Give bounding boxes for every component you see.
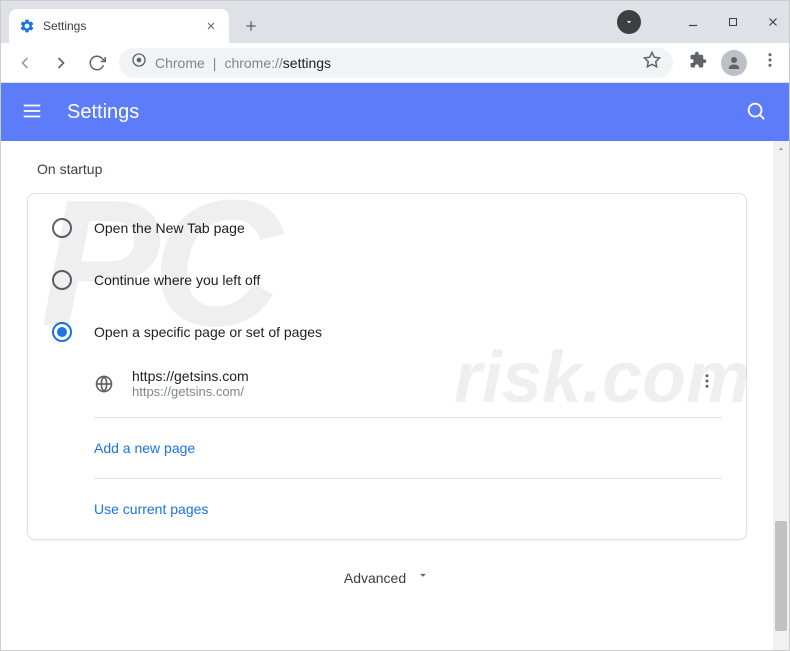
radio-specific-pages[interactable]: Open a specific page or set of pages <box>28 306 746 358</box>
startup-card: Open the New Tab page Continue where you… <box>27 193 747 540</box>
add-page-link[interactable]: Add a new page <box>28 426 746 470</box>
startup-page-entry: https://getsins.com https://getsins.com/ <box>28 358 746 409</box>
tab-title: Settings <box>43 19 203 33</box>
section-title: On startup <box>27 161 747 177</box>
settings-header: Settings <box>1 83 789 141</box>
menu-icon[interactable] <box>761 51 779 74</box>
hamburger-icon[interactable] <box>21 100 45 124</box>
window-controls <box>617 1 781 43</box>
new-tab-button[interactable] <box>237 12 265 40</box>
radio-new-tab[interactable]: Open the New Tab page <box>28 202 746 254</box>
radio-icon <box>52 218 72 238</box>
address-bar: Chrome | chrome://settings <box>1 43 789 83</box>
radio-icon <box>52 270 72 290</box>
close-window-button[interactable] <box>765 14 781 30</box>
search-icon[interactable] <box>745 100 769 124</box>
content-area: On startup Open the New Tab page Continu… <box>1 141 773 650</box>
bookmark-icon[interactable] <box>643 51 661 74</box>
maximize-button[interactable] <box>725 14 741 30</box>
chevron-down-icon <box>416 568 430 587</box>
scroll-thumb[interactable] <box>775 521 787 631</box>
reload-button[interactable] <box>83 49 111 77</box>
profile-icon[interactable] <box>721 50 747 76</box>
close-icon[interactable] <box>203 18 219 34</box>
divider <box>94 417 722 418</box>
forward-button[interactable] <box>47 49 75 77</box>
radio-continue[interactable]: Continue where you left off <box>28 254 746 306</box>
globe-icon <box>94 374 114 394</box>
back-button[interactable] <box>11 49 39 77</box>
gear-icon <box>19 18 35 34</box>
advanced-toggle[interactable]: Advanced <box>27 540 747 601</box>
minimize-button[interactable] <box>685 14 701 30</box>
scrollbar[interactable] <box>773 141 789 650</box>
omnibox-chrome-label: Chrome <box>155 55 205 71</box>
advanced-label: Advanced <box>344 570 406 586</box>
tab-search-icon[interactable] <box>617 10 641 34</box>
use-current-pages-link[interactable]: Use current pages <box>28 487 746 531</box>
radio-label: Continue where you left off <box>94 272 260 288</box>
omnibox[interactable]: Chrome | chrome://settings <box>119 48 673 78</box>
radio-icon <box>52 322 72 342</box>
extensions-icon[interactable] <box>689 51 707 74</box>
radio-label: Open a specific page or set of pages <box>94 324 322 340</box>
scroll-up-icon[interactable] <box>773 141 789 157</box>
page-url: https://getsins.com/ <box>132 384 692 399</box>
tab-bar: Settings <box>1 1 789 43</box>
page-title: https://getsins.com <box>132 368 692 384</box>
divider <box>94 478 722 479</box>
header-title: Settings <box>67 101 745 124</box>
omnibox-url: chrome://settings <box>224 55 331 71</box>
browser-tab[interactable]: Settings <box>9 9 229 43</box>
page-menu-icon[interactable] <box>692 372 722 395</box>
chrome-icon <box>131 52 147 73</box>
radio-label: Open the New Tab page <box>94 220 245 236</box>
